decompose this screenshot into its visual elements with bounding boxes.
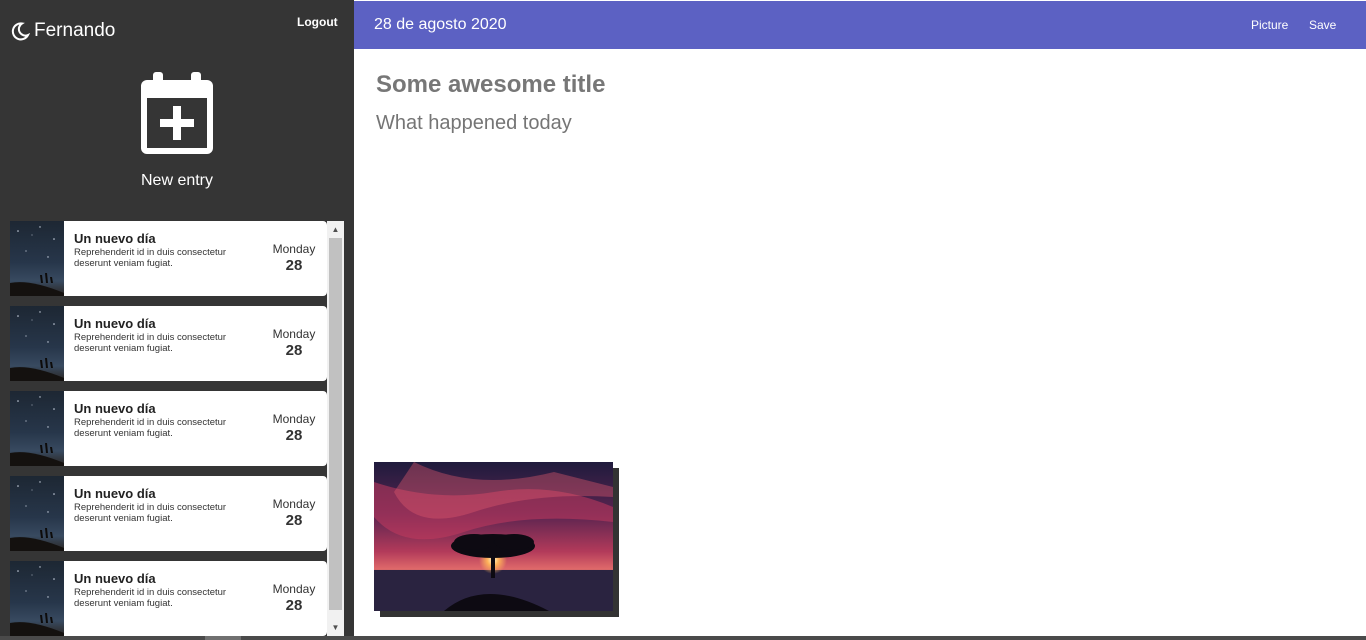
entry-thumbnail <box>10 306 64 381</box>
entry-day-number: 28 <box>285 342 303 359</box>
sidebar: Fernando Logout New entry Un nuevo día R… <box>0 0 354 636</box>
entry-title: Un nuevo día <box>74 316 156 331</box>
entry-thumbnail <box>10 476 64 551</box>
entry-thumbnail <box>10 391 64 466</box>
entry-title: Un nuevo día <box>74 401 156 416</box>
entry-weekday: Monday <box>272 497 316 511</box>
entry-title: Un nuevo día <box>74 571 156 586</box>
entry-excerpt: Reprehenderit id in duis consectetur des… <box>74 332 227 354</box>
picture-button[interactable]: Picture <box>1251 18 1288 32</box>
entry-title-input[interactable] <box>376 71 1276 99</box>
entry-excerpt: Reprehenderit id in duis consectetur des… <box>74 587 227 609</box>
entry-excerpt: Reprehenderit id in duis consectetur des… <box>74 502 227 524</box>
entry-content: Un nuevo día Reprehenderit id in duis co… <box>64 221 267 296</box>
entry-card[interactable]: Un nuevo día Reprehenderit id in duis co… <box>10 391 327 466</box>
entry-thumbnail <box>10 561 64 636</box>
entry-weekday: Monday <box>272 242 316 256</box>
entry-body-textarea[interactable] <box>376 112 1276 412</box>
calendar-plus-icon <box>141 72 213 154</box>
scroll-up-arrow-icon[interactable]: ▲ <box>327 221 344 238</box>
entry-weekday: Monday <box>272 327 316 341</box>
entry-weekday: Monday <box>272 412 316 426</box>
entry-card[interactable]: Un nuevo día Reprehenderit id in duis co… <box>10 561 327 636</box>
entry-content: Un nuevo día Reprehenderit id in duis co… <box>64 561 267 636</box>
new-entry-button[interactable]: New entry <box>0 72 354 190</box>
brand: Fernando <box>10 20 115 42</box>
entry-excerpt: Reprehenderit id in duis consectetur des… <box>74 247 227 269</box>
entry-list-scrollbar[interactable]: ▲ ▼ <box>327 221 344 636</box>
entry-date: Monday 28 <box>267 221 327 296</box>
top-bar: 28 de agosto 2020 Picture Save <box>354 1 1366 49</box>
entry-day-number: 28 <box>285 512 303 529</box>
entry-date: Monday 28 <box>267 306 327 381</box>
entry-card[interactable]: Un nuevo día Reprehenderit id in duis co… <box>10 221 327 296</box>
user-name: Fernando <box>34 20 116 41</box>
entry-weekday: Monday <box>272 582 316 596</box>
logout-button[interactable]: Logout <box>297 15 338 29</box>
entry-thumbnail <box>10 221 64 296</box>
entry-date-title: 28 de agosto 2020 <box>374 16 507 33</box>
entry-photo <box>374 462 619 617</box>
entry-card[interactable]: Un nuevo día Reprehenderit id in duis co… <box>10 476 327 551</box>
entry-card[interactable]: Un nuevo día Reprehenderit id in duis co… <box>10 306 327 381</box>
entry-day-number: 28 <box>285 597 303 614</box>
window-scrollbar-thumb[interactable] <box>205 636 241 640</box>
entry-content: Un nuevo día Reprehenderit id in duis co… <box>64 476 267 551</box>
entry-day-number: 28 <box>285 257 303 274</box>
entry-content: Un nuevo día Reprehenderit id in duis co… <box>64 391 267 466</box>
entry-excerpt: Reprehenderit id in duis consectetur des… <box>74 417 227 439</box>
entry-day-number: 28 <box>285 427 303 444</box>
entry-list: Un nuevo día Reprehenderit id in duis co… <box>10 221 344 636</box>
entry-date: Monday 28 <box>267 476 327 551</box>
scroll-down-arrow-icon[interactable]: ▼ <box>327 619 344 636</box>
entry-title: Un nuevo día <box>74 486 156 501</box>
entry-date: Monday 28 <box>267 391 327 466</box>
scrollbar-thumb[interactable] <box>329 238 342 610</box>
save-button[interactable]: Save <box>1309 18 1336 32</box>
moon-icon <box>11 22 30 41</box>
photo-image <box>374 462 613 611</box>
window-scrollbar[interactable] <box>0 636 1366 640</box>
entry-content: Un nuevo día Reprehenderit id in duis co… <box>64 306 267 381</box>
new-entry-label: New entry <box>140 172 214 189</box>
entry-title: Un nuevo día <box>74 231 156 246</box>
entry-date: Monday 28 <box>267 561 327 636</box>
